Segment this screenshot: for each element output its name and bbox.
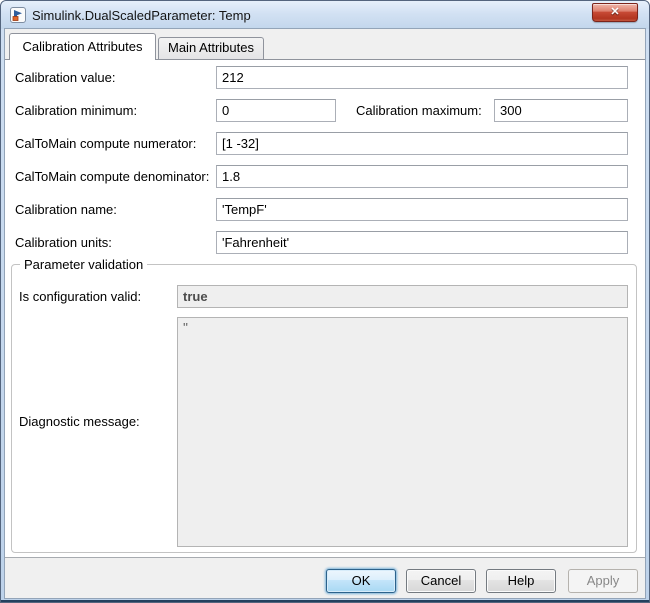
calibration-attributes-panel: Calibration value: Calibration minimum: … (5, 59, 645, 558)
title-bar[interactable]: Simulink.DualScaledParameter: Temp ✕ (1, 1, 649, 29)
apply-button[interactable]: Apply (568, 569, 638, 593)
calibration-maximum-input[interactable] (494, 99, 628, 122)
simulink-icon (10, 7, 26, 23)
diagnostic-message-label: Diagnostic message: (19, 414, 140, 429)
calibration-name-input[interactable] (216, 198, 628, 221)
parameter-validation-group-title: Parameter validation (20, 256, 148, 273)
calibration-name-label: Calibration name: (15, 202, 117, 217)
calibration-minimum-input[interactable] (216, 99, 336, 122)
calibration-maximum-label: Calibration maximum: (356, 103, 482, 118)
window-title: Simulink.DualScaledParameter: Temp (32, 8, 251, 23)
help-button[interactable]: Help (486, 569, 556, 593)
tab-strip: Calibration Attributes Main Attributes (5, 29, 645, 60)
tab-calibration-attributes[interactable]: Calibration Attributes (9, 33, 156, 60)
dialog-client-area: Calibration Attributes Main Attributes C… (5, 29, 645, 598)
calibration-units-label: Calibration units: (15, 235, 112, 250)
calibration-minimum-label: Calibration minimum: (15, 103, 138, 118)
ok-button[interactable]: OK (326, 569, 396, 593)
caltomain-numerator-label: CalToMain compute numerator: (15, 136, 197, 151)
is-configuration-valid-field: true (177, 285, 628, 308)
calibration-value-input[interactable] (216, 66, 628, 89)
is-configuration-valid-label: Is configuration valid: (19, 289, 142, 304)
close-button[interactable]: ✕ (592, 3, 638, 22)
dialog-button-bar: OK Cancel Help Apply (5, 556, 645, 598)
caltomain-denominator-label: CalToMain compute denominator: (15, 169, 210, 184)
calibration-units-input[interactable] (216, 231, 628, 254)
dialog-window: Simulink.DualScaledParameter: Temp ✕ Cal… (0, 0, 650, 603)
diagnostic-message-field: '' (177, 317, 628, 547)
caltomain-denominator-input[interactable] (216, 165, 628, 188)
tab-main-attributes[interactable]: Main Attributes (158, 37, 264, 59)
caltomain-numerator-input[interactable] (216, 132, 628, 155)
cancel-button[interactable]: Cancel (406, 569, 476, 593)
calibration-value-label: Calibration value: (15, 70, 116, 85)
close-icon: ✕ (610, 6, 620, 18)
